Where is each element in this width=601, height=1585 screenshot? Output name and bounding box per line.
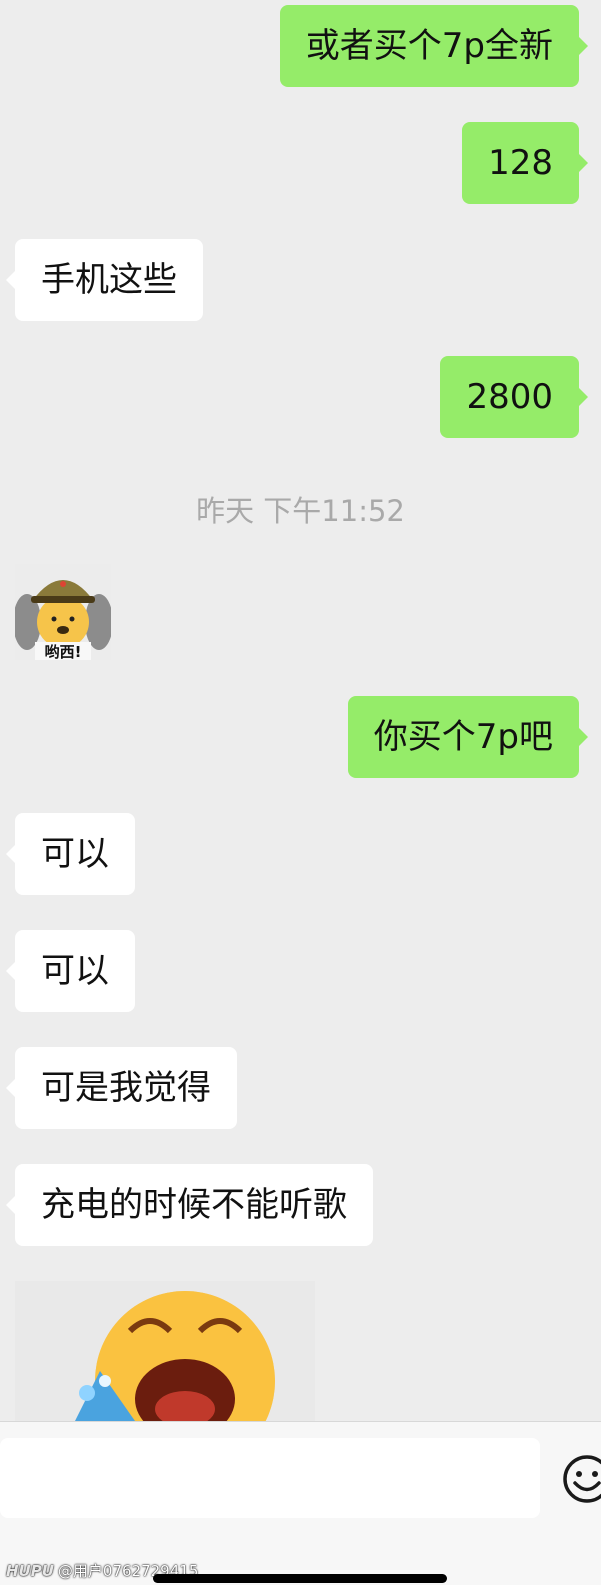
- crying-emoji-sticker[interactable]: [15, 1281, 315, 1421]
- message-input[interactable]: [0, 1438, 540, 1518]
- message-bubble-outgoing[interactable]: 或者买个7p全新: [279, 5, 589, 87]
- soldier-bear-sticker[interactable]: 哟西!: [15, 564, 111, 660]
- watermark-brand: HUPU: [6, 1562, 54, 1580]
- message-bubble-incoming[interactable]: 可是我觉得: [6, 1047, 237, 1129]
- message-bubble-incoming[interactable]: 手机这些: [6, 239, 203, 321]
- sticker-caption: 哟西!: [45, 643, 82, 660]
- message-timestamp: 昨天 下午11:52: [196, 494, 405, 528]
- home-indicator[interactable]: [153, 1574, 447, 1583]
- sticker-image: [75, 1291, 275, 1421]
- message-bubble-incoming[interactable]: 可以: [6, 813, 135, 895]
- sticker-image: 哟西!: [15, 564, 111, 660]
- message-bubble-outgoing[interactable]: 128: [462, 122, 588, 204]
- message-bubble-outgoing[interactable]: 你买个7p吧: [347, 696, 589, 778]
- chat-area: 或者买个7p全新 128 手机这些 2800 昨天 下午11:52 哟西! 你买…: [0, 0, 601, 1421]
- smiley-icon[interactable]: [560, 1452, 601, 1506]
- message-bubble-incoming[interactable]: 充电的时候不能听歌: [6, 1164, 373, 1246]
- message-bubble-outgoing[interactable]: 2800: [440, 356, 588, 438]
- message-bubble-incoming[interactable]: 可以: [6, 930, 135, 1012]
